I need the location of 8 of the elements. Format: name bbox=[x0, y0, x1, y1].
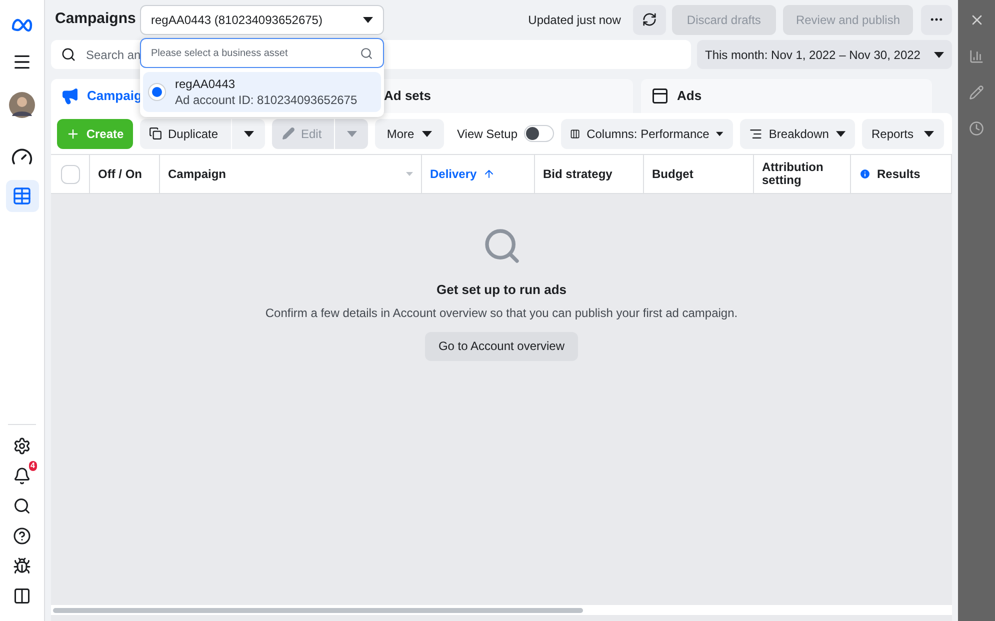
empty-state-title: Get set up to run ads bbox=[436, 281, 566, 299]
update-status: Updated just now bbox=[528, 12, 621, 28]
empty-state-message: Confirm a few details in Account overview so that you can publish your first ad campaign. bbox=[265, 304, 738, 322]
account-name: regAA0443 bbox=[175, 76, 236, 92]
account-id: Ad account ID: 810234093652675 bbox=[175, 92, 358, 108]
notification-badge: 4 bbox=[28, 461, 37, 471]
view-setup-label: View Setup bbox=[457, 126, 518, 142]
page-title: Campaigns bbox=[55, 9, 137, 30]
